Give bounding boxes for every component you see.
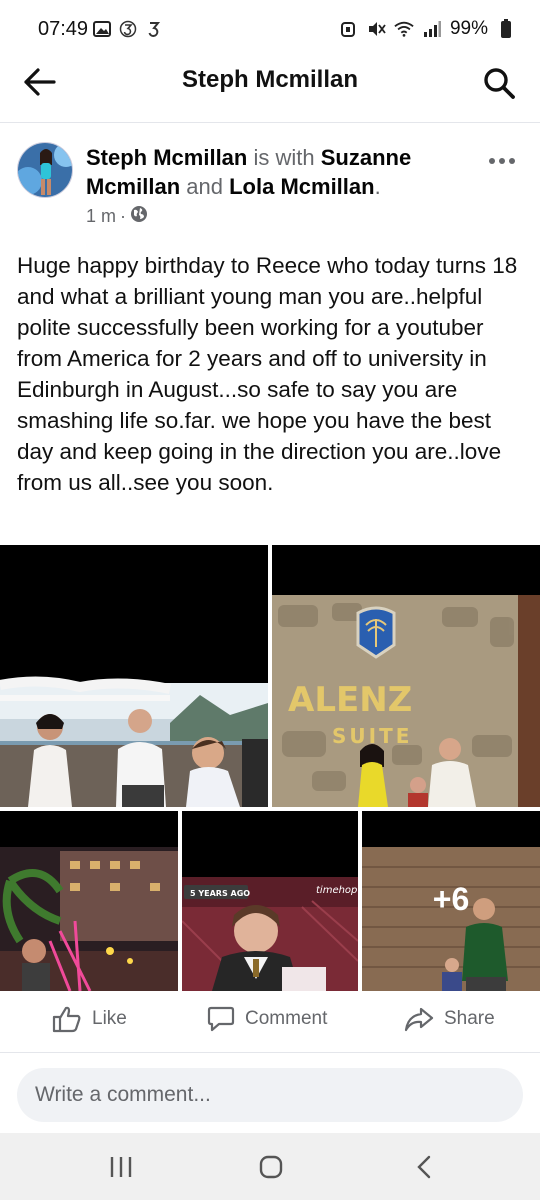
comment-placeholder: Write a comment...: [35, 1083, 211, 1106]
signal-icon: [422, 19, 442, 39]
and-text: and: [186, 174, 223, 199]
recent-apps-icon: [110, 1157, 132, 1177]
timehop-tag-text: timehop: [316, 885, 357, 896]
status-notification-icons: [92, 19, 164, 39]
carrier-three-icon: [118, 19, 138, 39]
thumbs-up-icon: [52, 1006, 81, 1033]
post-options-button[interactable]: [488, 142, 516, 173]
battery-icon: [496, 19, 516, 39]
header-divider: [0, 122, 540, 123]
alarm-icon: [338, 19, 358, 39]
actions-divider: [0, 1052, 540, 1053]
gallery-notification-icon: [92, 19, 112, 39]
photo-memory[interactable]: 5 YEARS AGO timehop: [182, 811, 358, 991]
search-icon: [484, 68, 515, 99]
photo-alenz-suite[interactable]: ALENZ SUITE: [272, 545, 540, 807]
like-button[interactable]: Like: [52, 1005, 127, 1033]
dot-separator: ·: [120, 206, 127, 226]
more-photos-count: +6: [432, 881, 470, 917]
system-back-button[interactable]: [410, 1153, 440, 1181]
post-subtitle: 1 m ·: [86, 205, 148, 228]
author-avatar[interactable]: [17, 142, 73, 198]
page-title: Steph Mcmillan: [181, 66, 359, 93]
carrier-three-icon-2: [144, 19, 164, 39]
author-name-link[interactable]: Steph Mcmillan: [86, 145, 247, 170]
home-button[interactable]: [256, 1153, 286, 1181]
status-right-icons: 99%: [338, 18, 516, 40]
more-dots-icon: [489, 158, 515, 164]
post-author-line: Steph Mcmillan is with Suzanne Mcmillan …: [86, 143, 476, 201]
post-time[interactable]: 1 m: [86, 206, 116, 227]
post-actions: Like Comment Share: [0, 995, 540, 1051]
battery-percent: 99%: [449, 18, 488, 39]
period-text: .: [374, 174, 381, 199]
photo-night-palm[interactable]: [0, 811, 178, 991]
memory-tag-text: 5 YEARS AGO: [190, 889, 250, 898]
comment-input[interactable]: Write a comment...: [17, 1068, 523, 1122]
photo-wedding[interactable]: [0, 545, 268, 807]
recent-apps-button[interactable]: [106, 1153, 136, 1181]
chevron-left-icon: [417, 1155, 431, 1179]
sign-text: ALENZ: [288, 680, 412, 720]
system-nav-bar: [0, 1133, 540, 1200]
like-label: Like: [92, 1008, 127, 1029]
tagged-person-2-link[interactable]: Lola Mcmillan: [229, 174, 374, 199]
photo-grid: ALENZ SUITE 5 YEARS AGO timehop +6: [0, 545, 540, 991]
home-icon: [259, 1155, 283, 1179]
share-arrow-icon: [404, 1007, 434, 1032]
share-label: Share: [444, 1008, 495, 1029]
with-text: is with: [253, 145, 315, 170]
post-body-text: Huge happy birthday to Reece who today t…: [17, 253, 518, 495]
comment-button[interactable]: Comment: [207, 1005, 327, 1033]
search-button[interactable]: [482, 66, 516, 100]
globe-icon: [130, 205, 148, 228]
comment-label: Comment: [245, 1008, 328, 1029]
photo-more[interactable]: +6: [362, 811, 540, 991]
wifi-icon: [394, 19, 414, 39]
app-header: Steph Mcmillan: [0, 56, 540, 108]
status-bar: 07:49 99%: [0, 0, 540, 60]
mute-icon: [366, 19, 386, 39]
share-button[interactable]: Share: [404, 1005, 495, 1033]
comment-bubble-icon: [207, 1006, 235, 1032]
status-time: 07:49: [38, 18, 89, 40]
